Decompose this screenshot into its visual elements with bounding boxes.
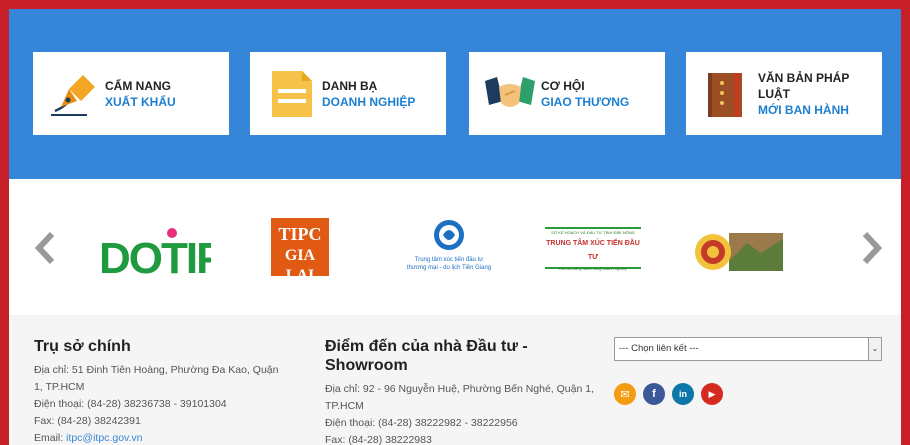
card-business-directory[interactable]: DANH BẠ DOANH NGHIỆP	[250, 52, 446, 135]
page-frame: CẨM NANG XUẤT KHẨU DANH BẠ DOANH NGHIỆP	[9, 9, 901, 445]
footer-hq-fax: Fax: (84-28) 38242391	[34, 415, 141, 427]
chevron-down-icon: ⌄	[868, 338, 881, 360]
card-title: DANH BẠ	[322, 78, 378, 93]
footer-hq-email-link[interactable]: itpc@itpc.gov.vn	[66, 432, 142, 444]
tiengiang-logo-line2: thương mại - du lịch Tiền Giang	[406, 265, 492, 271]
card-subtitle: GIAO THƯƠNG	[541, 94, 630, 109]
carousel-prev-button[interactable]	[34, 231, 56, 265]
card-subtitle: DOANH NGHIỆP	[322, 94, 416, 109]
footer-showroom-column: Điểm đến của nhà Đầu tư - Showroom Địa c…	[325, 337, 595, 445]
document-icon	[264, 67, 318, 121]
email-icon[interactable]: ✉	[614, 383, 636, 405]
footer-showroom-phone: Điện thoại: (84-28) 38222982 - 38222956	[325, 417, 518, 429]
footer-showroom-title: Điểm đến của nhà Đầu tư - Showroom	[325, 338, 528, 374]
footer-hq-address: Địa chỉ: 51 Đinh Tiên Hoàng, Phường Đa K…	[34, 364, 279, 393]
youtube-icon[interactable]: ▶	[701, 383, 723, 405]
book-icon	[700, 67, 754, 121]
tiengiang-emblem-icon	[434, 220, 464, 250]
links-select-value: --- Chọn liên kết ---	[619, 343, 699, 354]
tiengiang-logo[interactable]: Trung tâm xúc tiến đầu tư thương mại - d…	[384, 219, 514, 279]
footer-hq-phone: Điện thoại: (84-28) 38236738 - 39101304	[34, 398, 227, 410]
tiengiang-logo-line1: Trung tâm xúc tiến đầu tư	[414, 257, 484, 263]
chevron-right-icon	[862, 231, 883, 265]
card-title: VĂN BẢN PHÁP LUẬT	[758, 70, 850, 101]
dotip-logo[interactable]: DOTIP	[99, 225, 226, 283]
card-subtitle: XUẤT KHẨU	[105, 94, 176, 109]
footer-hq-email-label: Email:	[34, 432, 67, 444]
youtube-glyph: ▶	[708, 388, 716, 399]
site-footer: Trụ sở chính Địa chỉ: 51 Đinh Tiên Hoàng…	[9, 315, 901, 445]
email-glyph: ✉	[620, 388, 630, 401]
card-title: CẨM NANG	[105, 78, 171, 93]
partner-logo-carousel: DOTIP TIPC GIA LAI Trung tâm xúc tiến đầ…	[9, 179, 901, 315]
footer-hq-email-row: Email: itpc@itpc.gov.vn	[34, 430, 289, 445]
footer-showroom-fax: Fax: (84-28) 38222983	[325, 434, 432, 445]
footer-showroom-address: Địa chỉ: 92 - 96 Nguyễn Huệ, Phường Bến …	[325, 383, 594, 412]
dotip-logo-text: DOTIP	[99, 234, 211, 275]
card-trade-opportunities[interactable]: CƠ HỘI GIAO THƯƠNG	[469, 52, 665, 135]
tipc-logo-line2: GIA LAI	[284, 247, 316, 284]
card-export-handbook[interactable]: CẨM NANG XUẤT KHẨU	[33, 52, 229, 135]
facebook-icon[interactable]: f	[643, 383, 665, 405]
footer-hq-column: Trụ sở chính Địa chỉ: 51 Đinh Tiên Hoàng…	[34, 337, 289, 445]
card-legal-documents[interactable]: VĂN BẢN PHÁP LUẬT MỚI BAN HÀNH	[686, 52, 882, 135]
linkedin-glyph: in	[679, 389, 687, 399]
handshake-icon	[483, 67, 537, 121]
partner-logo-5[interactable]	[689, 233, 783, 271]
facebook-glyph: f	[652, 388, 656, 400]
card-subtitle: MỚI BAN HÀNH	[758, 102, 849, 117]
quick-links-band: CẨM NANG XUẤT KHẨU DANH BẠ DOANH NGHIỆP	[9, 9, 901, 179]
chevron-left-icon	[34, 231, 55, 265]
tipc-logo-line1: TIPC	[278, 224, 322, 244]
daknong-logo-subtitle: Kết nối đồng hành cùng doanh nghiệp	[559, 266, 627, 271]
card-title: CƠ HỘI	[541, 78, 585, 93]
links-select[interactable]: --- Chọn liên kết --- ⌄	[614, 337, 882, 361]
daknong-logo-title: TRUNG TÂM XÚC TIẾN ĐẦU TƯ	[546, 240, 640, 261]
pen-icon	[47, 67, 101, 121]
carousel-next-button[interactable]	[861, 231, 883, 265]
daknong-logo[interactable]: SỞ KẾ HOẠCH VÀ ĐẦU TƯ TỈNH ĐĂK NÔNG TRUN…	[545, 227, 641, 271]
footer-hq-title: Trụ sở chính	[34, 338, 131, 355]
tipc-gialai-logo[interactable]: TIPC GIA LAI	[271, 218, 329, 284]
linkedin-icon[interactable]: in	[672, 383, 694, 405]
daknong-logo-header: SỞ KẾ HOẠCH VÀ ĐẦU TƯ TỈNH ĐĂK NÔNG	[551, 230, 635, 235]
